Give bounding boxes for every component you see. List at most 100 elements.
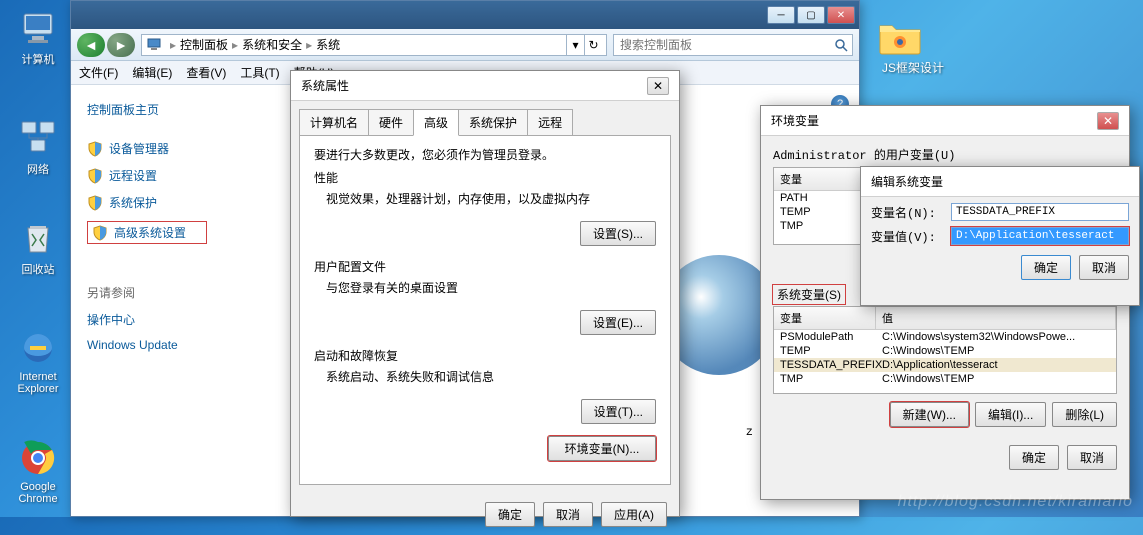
desktop-folder-js[interactable]: JS框架设计 (878, 18, 948, 76)
sidebar-seealso: 另请参阅 (87, 284, 281, 301)
label: Google Chrome (8, 481, 68, 505)
label: 回收站 (8, 261, 68, 277)
close-button[interactable]: ✕ (647, 77, 669, 95)
sidebar-sysprotect[interactable]: 系统保护 (87, 194, 281, 211)
edit-button[interactable]: 编辑(I)... (975, 402, 1046, 427)
dialog-title[interactable]: 系统属性 ✕ (291, 71, 679, 101)
list-item[interactable]: TESSDATA_PREFIXD:\Application\tesseract (774, 358, 1116, 372)
breadcrumb[interactable]: ▸ 控制面板 ▸ 系统和安全 ▸ 系统 ▾ ↻ (141, 34, 607, 56)
shield-icon (87, 195, 103, 211)
cancel-button[interactable]: 取消 (543, 502, 593, 527)
perf-settings-button[interactable]: 设置(S)... (580, 221, 656, 246)
bc-sec[interactable]: 系统和安全 (242, 36, 302, 53)
search-icon (834, 38, 848, 52)
list-item[interactable]: TEMPC:\Windows\TEMP (774, 344, 1116, 358)
apply-button[interactable]: 应用(A) (601, 502, 667, 527)
sys-vars-label: 系统变量(S) (773, 285, 845, 304)
startup-desc: 系统启动、系统失败和调试信息 (326, 368, 656, 385)
col-var[interactable]: 变量 (774, 168, 864, 190)
dialog-footer: 确定 取消 应用(A) (291, 494, 679, 535)
minimize-button[interactable]: ─ (767, 6, 795, 24)
breadcrumb-dropdown[interactable]: ▾ (566, 35, 584, 55)
network-icon (18, 118, 58, 158)
shield-icon (92, 225, 108, 241)
value-label: 变量值(V): (871, 228, 943, 245)
menu-file[interactable]: 文件(F) (79, 64, 118, 81)
label: 网络 (8, 161, 68, 177)
dialog-footer: 确定 取消 (761, 437, 1129, 478)
menu-tools[interactable]: 工具(T) (240, 64, 279, 81)
list-item[interactable]: TMPC:\Windows\TEMP (774, 372, 1116, 386)
tabs: 计算机名 硬件 高级 系统保护 远程 (299, 109, 671, 136)
cancel-button[interactable]: 取消 (1079, 255, 1129, 280)
name-label: 变量名(N): (871, 204, 943, 221)
nav-toolbar: ◄ ► ▸ 控制面板 ▸ 系统和安全 ▸ 系统 ▾ ↻ (71, 29, 859, 61)
computer-small-icon (146, 37, 162, 53)
recycle-icon (18, 218, 58, 258)
desktop-icon-computer[interactable]: 计算机 (8, 8, 68, 67)
tab-protect[interactable]: 系统保护 (458, 109, 528, 136)
profile-settings-button[interactable]: 设置(E)... (580, 310, 656, 335)
computer-icon (18, 8, 58, 48)
admin-note: 要进行大多数更改，您必须作为管理员登录。 (314, 146, 656, 163)
sidebar-wu[interactable]: Windows Update (87, 338, 281, 352)
maximize-button[interactable]: ▢ (797, 6, 825, 24)
shield-icon (87, 141, 103, 157)
bc-sys[interactable]: 系统 (316, 36, 340, 53)
bc-root[interactable]: 控制面板 (180, 36, 228, 53)
col-var[interactable]: 变量 (774, 307, 876, 329)
sidebar-devmgr[interactable]: 设备管理器 (87, 140, 281, 157)
tab-advanced[interactable]: 高级 (413, 109, 459, 136)
back-button[interactable]: ◄ (77, 33, 105, 57)
new-button[interactable]: 新建(W)... (890, 402, 969, 427)
ie-icon (18, 328, 58, 368)
chrome-icon (18, 438, 58, 478)
sidebar-remote[interactable]: 远程设置 (87, 167, 281, 184)
sidebar-home[interactable]: 控制面板主页 (87, 101, 281, 118)
search-input[interactable] (614, 35, 852, 55)
ok-button[interactable]: 确定 (1021, 255, 1071, 280)
sidebar-advanced[interactable]: 高级系统设置 (87, 221, 207, 244)
search-box[interactable] (613, 34, 853, 56)
user-vars-label: Administrator 的用户变量(U) (773, 146, 1117, 163)
menu-view[interactable]: 查看(V) (186, 64, 226, 81)
label: 计算机 (8, 51, 68, 67)
profile-heading: 用户配置文件 (314, 258, 656, 275)
tab-computer-name[interactable]: 计算机名 (299, 109, 369, 136)
desktop-icon-ie[interactable]: Internet Explorer (8, 328, 68, 395)
desktop-icon-recycle[interactable]: 回收站 (8, 218, 68, 277)
perf-heading: 性能 (314, 169, 656, 186)
startup-heading: 启动和故障恢复 (314, 347, 656, 364)
dialog-title[interactable]: 编辑系统变量 (861, 167, 1139, 197)
env-vars-button[interactable]: 环境变量(N)... (548, 436, 656, 461)
sidebar: 控制面板主页 设备管理器 远程设置 系统保护 高级系统设置 另请参阅 操作中心 … (71, 85, 281, 516)
desktop-icon-network[interactable]: 网络 (8, 118, 68, 177)
sys-vars-list[interactable]: 变量 值 PSModulePathC:\Windows\system32\Win… (773, 306, 1117, 394)
sidebar-action[interactable]: 操作中心 (87, 311, 281, 328)
menu-edit[interactable]: 编辑(E) (132, 64, 172, 81)
desktop-icon-chrome[interactable]: Google Chrome (8, 438, 68, 505)
dialog-title[interactable]: 环境变量 ✕ (761, 106, 1129, 136)
shield-icon (87, 168, 103, 184)
startup-settings-button[interactable]: 设置(T)... (581, 399, 656, 424)
titlebar[interactable]: ─ ▢ ✕ (71, 1, 859, 29)
list-item[interactable]: PSModulePathC:\Windows\system32\WindowsP… (774, 330, 1116, 344)
tab-remote[interactable]: 远程 (527, 109, 573, 136)
value-input[interactable] (951, 227, 1129, 245)
ok-button[interactable]: 确定 (485, 502, 535, 527)
delete-button[interactable]: 删除(L) (1052, 402, 1117, 427)
close-button[interactable]: ✕ (1097, 112, 1119, 130)
label: Internet Explorer (8, 371, 68, 395)
forward-button[interactable]: ► (107, 33, 135, 57)
system-properties-dialog: 系统属性 ✕ 计算机名 硬件 高级 系统保护 远程 要进行大多数更改，您必须作为… (290, 70, 680, 517)
name-input[interactable] (951, 203, 1129, 221)
label: JS框架设计 (882, 61, 944, 75)
watermark: http://blog.csdn.net/kiramario (898, 493, 1133, 511)
close-button[interactable]: ✕ (827, 6, 855, 24)
cancel-button[interactable]: 取消 (1067, 445, 1117, 470)
col-val[interactable]: 值 (876, 307, 1116, 329)
profile-desc: 与您登录有关的桌面设置 (326, 279, 656, 296)
tab-hardware[interactable]: 硬件 (368, 109, 414, 136)
ok-button[interactable]: 确定 (1009, 445, 1059, 470)
refresh-button[interactable]: ↻ (584, 35, 602, 55)
